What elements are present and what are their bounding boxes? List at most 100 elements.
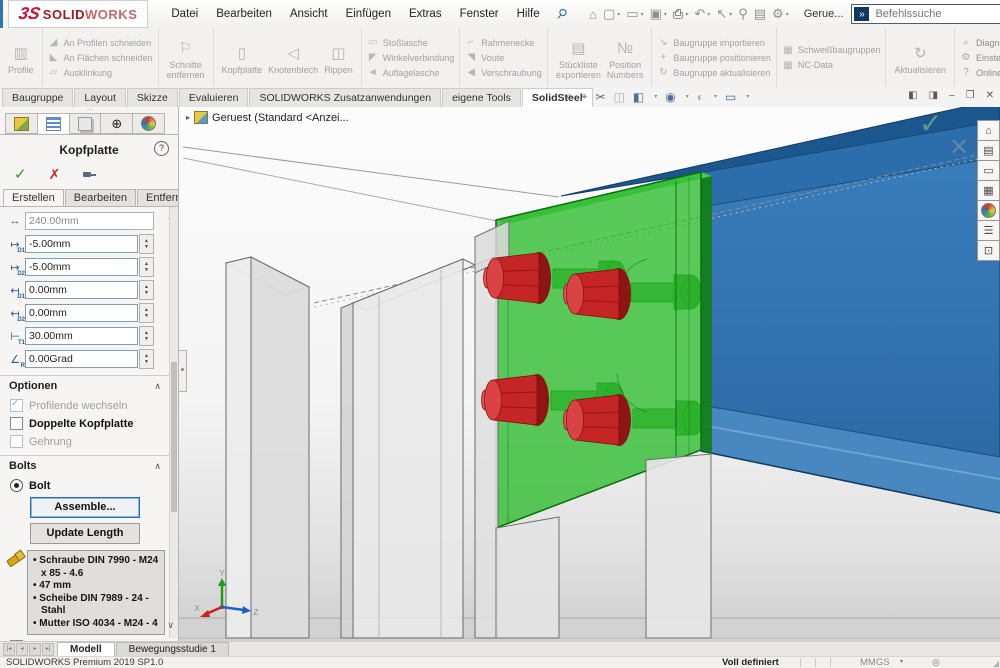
- ribbon-button-position-numbers[interactable]: №Position Numbers: [604, 36, 647, 80]
- checkbox-gehrung[interactable]: Gehrung: [10, 435, 160, 448]
- checkbox-box[interactable]: [10, 399, 23, 412]
- dock-right-icon[interactable]: ◨: [929, 90, 938, 101]
- dropdown-caret-icon[interactable]: ▾: [641, 11, 644, 18]
- value-field[interactable]: -5.00mm: [25, 258, 138, 276]
- units-selector[interactable]: MMGS: [860, 657, 890, 668]
- menu-extras[interactable]: Extras: [400, 1, 451, 28]
- tab-evaluieren[interactable]: Evaluieren: [179, 88, 249, 107]
- appearances-icon[interactable]: [977, 200, 1000, 221]
- bolt[interactable]: [564, 268, 632, 320]
- save-icon[interactable]: ▣▾: [650, 6, 667, 22]
- menu-ansicht[interactable]: Ansicht: [281, 1, 337, 28]
- panel-scrollbar[interactable]: [169, 207, 178, 638]
- scrollbar-thumb[interactable]: [171, 362, 177, 512]
- ribbon-button-verschraubung[interactable]: ◀Verschraubung: [465, 67, 542, 78]
- bolt[interactable]: [564, 394, 632, 446]
- model-tab-modell[interactable]: Modell: [57, 642, 115, 657]
- ok-check-icon[interactable]: ✓: [14, 165, 27, 183]
- subtab-bearbeiten[interactable]: Bearbeiten: [65, 189, 136, 206]
- dock-left-icon[interactable]: ◧: [908, 90, 917, 101]
- menu-hilfe[interactable]: Hilfe: [508, 1, 549, 28]
- manager-tab-cube[interactable]: [5, 113, 38, 134]
- ribbon-button-st-ckliste-exportieren[interactable]: ▤Stückliste exportieren: [553, 36, 604, 80]
- menu-datei[interactable]: Datei: [162, 1, 207, 28]
- tab-nav-icon[interactable]: |◂: [3, 643, 15, 656]
- confirmation-ok-icon[interactable]: ✓: [919, 107, 942, 140]
- options-section-header[interactable]: Optionen∧: [0, 375, 170, 394]
- ribbon-button-kopfplatte[interactable]: ▯Kopfplatte: [219, 41, 266, 75]
- design-library-icon[interactable]: ▤: [977, 140, 1000, 161]
- spinner-control[interactable]: ▲▼: [139, 303, 154, 323]
- ribbon-button-rippen[interactable]: ◫Rippen: [321, 41, 356, 75]
- ribbon-button-diagnosewerkzeug[interactable]: ⌕Diagnosewerkzeug: [960, 37, 1000, 48]
- dropdown-caret-icon[interactable]: ▾: [664, 11, 667, 18]
- close-doc-icon[interactable]: ✕: [986, 90, 994, 101]
- ribbon-button-baugruppe-importieren[interactable]: ↘Baugruppe importieren: [657, 37, 771, 48]
- view-settings-icon[interactable]: ▭: [725, 90, 736, 104]
- menu-bearbeiten[interactable]: Bearbeiten: [207, 1, 281, 28]
- undo-icon[interactable]: ↶▾: [694, 6, 710, 22]
- ribbon-button-schwei-baugruppen[interactable]: ▦Schweißbaugruppen: [782, 45, 881, 56]
- tab-baugruppe[interactable]: Baugruppe: [2, 88, 73, 107]
- dropdown-caret-icon[interactable]: ▾: [617, 11, 620, 18]
- update-length-button[interactable]: Update Length: [30, 523, 140, 544]
- checkbox-box[interactable]: [10, 417, 23, 430]
- assembly-name[interactable]: Geruest (Standard <Anzei...: [212, 112, 349, 124]
- tab-nav-icon[interactable]: ◂: [16, 643, 28, 656]
- ribbon-button-baugruppe-aktualisieren[interactable]: ↻Baugruppe aktualisieren: [657, 67, 771, 78]
- checkbox-box[interactable]: [10, 435, 23, 448]
- ribbon-button-rahmenecke[interactable]: ⌐Rahmenecke: [465, 37, 542, 48]
- checkbox-doppelte-kopfplatte[interactable]: Doppelte Kopfplatte: [10, 417, 160, 430]
- units-caret-icon[interactable]: ▾: [900, 657, 903, 668]
- dropdown-caret-icon[interactable]: ▾: [746, 93, 749, 100]
- ribbon-button-sto-lasche[interactable]: ▭Stoßlasche: [367, 37, 455, 48]
- ribbon-button-auflagelasche[interactable]: ◄Auflagelasche: [367, 67, 455, 78]
- tab-solidworks-zusatzanwendungen[interactable]: SOLIDWORKS Zusatzanwendungen: [249, 88, 441, 107]
- keep-visible-pin-icon[interactable]: [82, 167, 96, 181]
- dropdown-caret-icon[interactable]: ▾: [714, 93, 717, 100]
- spinner-control[interactable]: ▲▼: [139, 234, 154, 254]
- ribbon-button-online-hilfe[interactable]: ?Online-Hilfe: [960, 67, 1000, 78]
- ribbon-button-baugruppe-positionieren[interactable]: +Baugruppe positionieren: [657, 52, 771, 63]
- restore-doc-icon[interactable]: ❐: [966, 90, 975, 101]
- tab-nav-icon[interactable]: ▸|: [42, 643, 54, 656]
- ribbon-button-aktualisieren[interactable]: ↻Aktualisieren: [891, 41, 949, 75]
- zoom-area-icon[interactable]: ⌖: [581, 89, 588, 104]
- search-input[interactable]: [873, 7, 1000, 21]
- subtab-entfernen[interactable]: Entfernen: [137, 189, 179, 206]
- ribbon-button-an-fl-chen-schneiden[interactable]: ◣An Flächen schneiden: [48, 52, 153, 63]
- collapse-chevron-icon[interactable]: ∧: [154, 461, 161, 472]
- tab-skizze[interactable]: Skizze: [127, 88, 178, 107]
- spinner-control[interactable]: ▲▼: [139, 257, 154, 277]
- command-search-box[interactable]: » ⌕ ▾: [851, 4, 1000, 24]
- cancel-x-icon[interactable]: ✗: [49, 166, 61, 183]
- tab-layout[interactable]: Layout: [74, 88, 126, 107]
- radio-bolt[interactable]: Bolt: [10, 479, 160, 492]
- value-field[interactable]: 0.00Grad: [25, 350, 138, 368]
- panel-splitter-handle[interactable]: [179, 350, 187, 392]
- ribbon-button-nc-data[interactable]: ▦NC-Data: [782, 60, 881, 71]
- expand-arrow-icon[interactable]: ▸: [186, 113, 190, 122]
- home-icon[interactable]: ⌂: [977, 120, 1000, 141]
- ribbon-button-voute[interactable]: ◥Voute: [465, 52, 542, 63]
- manager-tab-sphere[interactable]: [133, 113, 165, 134]
- minimize-doc-icon[interactable]: –: [949, 90, 955, 101]
- bolt[interactable]: [482, 374, 550, 426]
- menu-fenster[interactable]: Fenster: [451, 1, 508, 28]
- radio-circle[interactable]: [10, 479, 23, 492]
- dropdown-caret-icon[interactable]: ▾: [685, 11, 688, 18]
- custom-properties-icon[interactable]: ☰: [977, 220, 1000, 241]
- dropdown-caret-icon[interactable]: ▾: [654, 93, 657, 100]
- tag-icon[interactable]: ◎: [932, 657, 940, 668]
- group-collapse-bottom-icon[interactable]: ∨: [167, 620, 174, 631]
- file-explorer-icon[interactable]: ▭: [977, 160, 1000, 181]
- manager-tab-target[interactable]: ⊕: [101, 113, 133, 134]
- value-field[interactable]: 0.00mm: [25, 304, 138, 322]
- checkbox-profilende-wechseln[interactable]: Profilende wechseln: [10, 399, 160, 412]
- display-style-icon[interactable]: ◧: [633, 90, 644, 104]
- hide-show-icon[interactable]: ◫: [614, 90, 625, 104]
- feature-tree-flyout[interactable]: ▸ Geruest (Standard <Anzei...: [186, 111, 349, 124]
- home-icon[interactable]: ⌂: [589, 7, 597, 22]
- options-gear-icon[interactable]: ⚙▾: [772, 6, 789, 22]
- subtab-erstellen[interactable]: Erstellen: [3, 189, 64, 206]
